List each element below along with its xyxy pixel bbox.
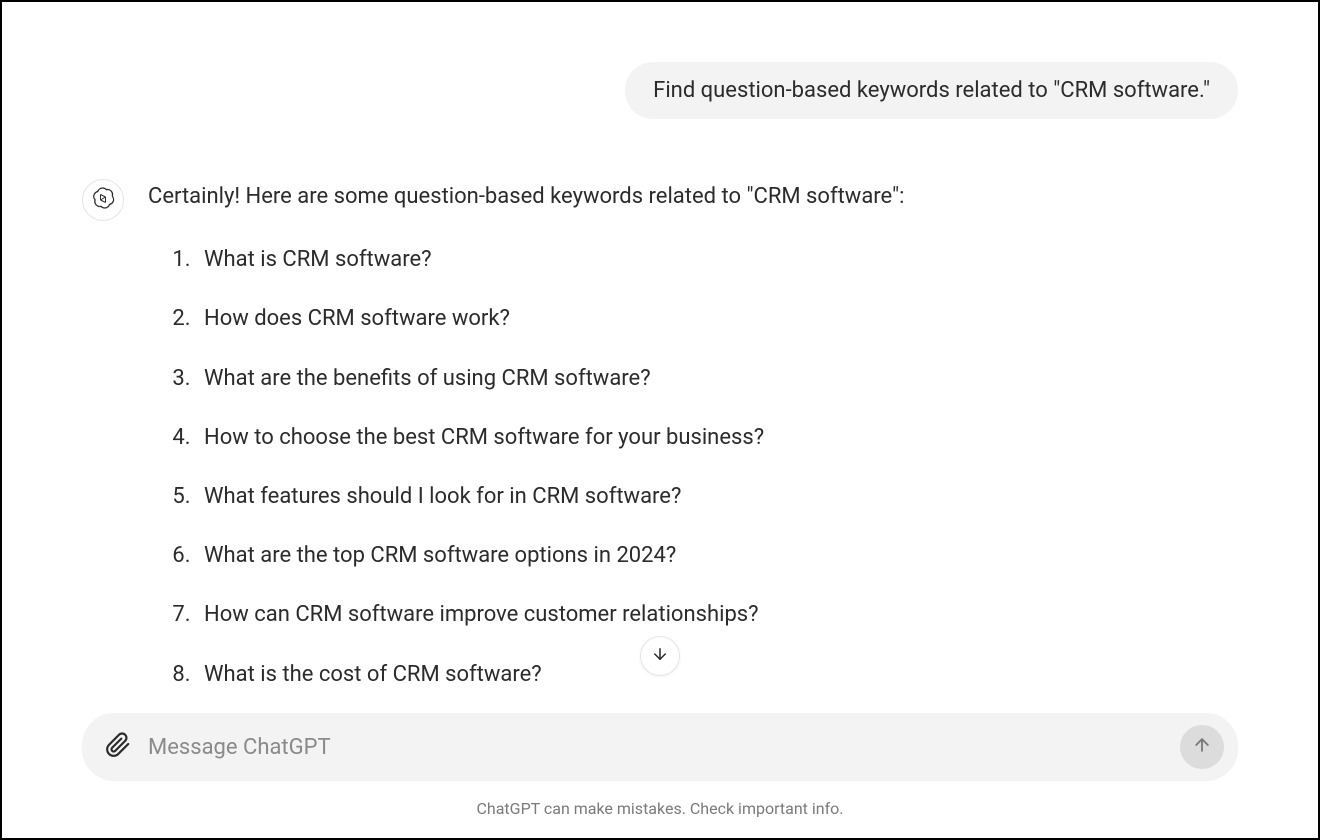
user-message-row: Find question-based keywords related to … — [82, 62, 1238, 119]
chat-container: Find question-based keywords related to … — [2, 2, 1318, 838]
assistant-message-row: Certainly! Here are some question-based … — [82, 179, 1238, 713]
list-item: How does CRM software work? — [196, 301, 1238, 336]
openai-logo-icon — [91, 186, 115, 214]
send-button[interactable] — [1180, 725, 1224, 769]
assistant-content: Certainly! Here are some question-based … — [148, 179, 1238, 713]
input-box — [82, 713, 1238, 781]
attach-button[interactable] — [104, 733, 132, 761]
arrow-down-icon — [651, 645, 669, 667]
list-item: What features should I look for in CRM s… — [196, 479, 1238, 514]
list-item: What are the top CRM software options in… — [196, 538, 1238, 573]
messages-area: Find question-based keywords related to … — [2, 2, 1318, 713]
list-item: How to choose the best CRM software for … — [196, 420, 1238, 455]
list-item: What is CRM software? — [196, 242, 1238, 277]
assistant-intro-text: Certainly! Here are some question-based … — [148, 179, 1238, 214]
disclaimer-text: ChatGPT can make mistakes. Check importa… — [2, 799, 1318, 838]
keyword-list: What is CRM software? How does CRM softw… — [148, 242, 1238, 692]
message-input[interactable] — [148, 735, 1164, 760]
user-message: Find question-based keywords related to … — [625, 62, 1238, 119]
list-item: What are the benefits of using CRM softw… — [196, 361, 1238, 396]
scroll-down-button[interactable] — [640, 636, 680, 676]
list-item: How can CRM software improve customer re… — [196, 597, 1238, 632]
list-item: What is the cost of CRM software? — [196, 657, 1238, 692]
input-area — [2, 713, 1318, 799]
assistant-avatar — [82, 179, 124, 221]
paperclip-icon — [105, 732, 131, 762]
arrow-up-icon — [1192, 735, 1212, 759]
